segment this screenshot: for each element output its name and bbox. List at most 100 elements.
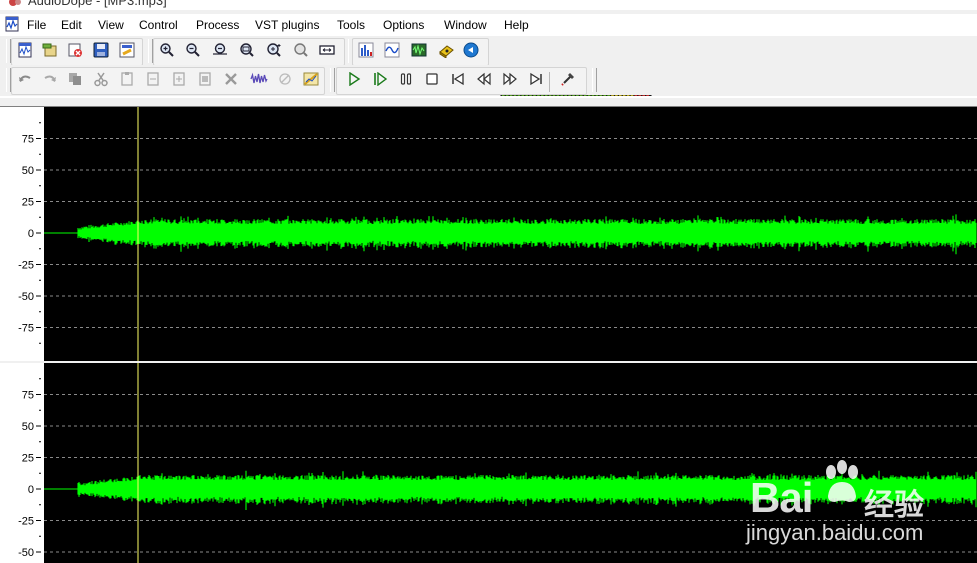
zoom-out-horizontal-icon <box>239 42 255 61</box>
save-button[interactable] <box>90 40 112 62</box>
zoom-fit-button[interactable] <box>316 40 338 62</box>
copy-icon <box>67 71 83 90</box>
audiodope-icon <box>8 0 22 10</box>
y-tick-label: 25 <box>22 197 34 209</box>
normalize-button[interactable] <box>300 69 322 91</box>
silence-button[interactable] <box>274 69 296 91</box>
y-tick-label: 0 <box>28 228 34 240</box>
paste-mix-button[interactable] <box>142 69 164 91</box>
y-tick-label: 0 <box>28 484 34 496</box>
play-icon <box>347 71 361 89</box>
cut-button[interactable] <box>90 69 112 91</box>
toolbar-grip[interactable] <box>330 68 335 92</box>
zoom-in-horizontal-icon <box>212 42 228 61</box>
menu-bar: File Edit View Control Process VST plugi… <box>0 14 977 36</box>
redo-button[interactable] <box>39 69 61 91</box>
save-as-icon <box>119 42 135 61</box>
waveform-view-icon <box>384 42 400 61</box>
zoom-out-horizontal-button[interactable] <box>236 40 258 62</box>
zoom-in-horizontal-button[interactable] <box>209 40 231 62</box>
waveform-editor[interactable]: 75 50 25 0 -25 -50 -75 75 50 25 0 -25 -50 <box>0 96 977 563</box>
rewind-button[interactable] <box>473 69 495 91</box>
menu-view[interactable]: View <box>98 18 124 32</box>
crop-button[interactable] <box>194 69 216 91</box>
paste-icon <box>119 71 135 90</box>
time-ruler[interactable] <box>0 98 977 107</box>
close-file-icon <box>67 42 83 61</box>
play-selection-icon <box>373 71 388 89</box>
menu-tools[interactable]: Tools <box>337 18 365 32</box>
paste-button[interactable] <box>116 69 138 91</box>
record-button[interactable] <box>557 69 579 91</box>
play-selection-button[interactable] <box>369 69 391 91</box>
zoom-toolbar <box>153 38 345 66</box>
info-icon <box>463 42 479 61</box>
paste-new-button[interactable] <box>168 69 190 91</box>
stop-icon <box>425 72 439 89</box>
waveform-view-button[interactable] <box>381 40 403 62</box>
go-end-icon <box>529 72 543 89</box>
zoom-in-button[interactable] <box>156 40 178 62</box>
redo-icon <box>42 71 58 90</box>
close-file-button[interactable] <box>64 40 86 62</box>
waveform-plot-area[interactable] <box>44 363 977 563</box>
y-tick-label: -50 <box>18 547 34 559</box>
vst-plugin-icon <box>438 42 454 61</box>
delete-icon <box>223 71 239 90</box>
y-tick-label: 75 <box>22 134 34 146</box>
frequency-view-icon <box>411 42 427 61</box>
go-start-button[interactable] <box>447 69 469 91</box>
spectrum-view-button[interactable] <box>355 40 377 62</box>
info-button[interactable] <box>460 40 482 62</box>
edit-transport-toolbar <box>0 65 977 155</box>
spectrum-view-icon <box>358 42 374 61</box>
save-as-button[interactable] <box>116 40 138 62</box>
save-icon <box>93 42 109 61</box>
file-toolbar <box>11 38 143 66</box>
delete-button[interactable] <box>220 69 242 91</box>
copy-button[interactable] <box>64 69 86 91</box>
channel-1[interactable]: 75 50 25 0 -25 -50 -75 <box>0 107 977 361</box>
toolbar-grip[interactable] <box>592 68 597 92</box>
zoom-selection-button[interactable] <box>263 40 285 62</box>
menu-process[interactable]: Process <box>196 18 239 32</box>
go-end-button[interactable] <box>525 69 547 91</box>
edit-toolbar <box>11 67 325 95</box>
menu-vst-plugins[interactable]: VST plugins <box>255 18 319 32</box>
channel-2[interactable]: 75 50 25 0 -25 -50 <box>0 363 977 563</box>
menu-help[interactable]: Help <box>504 18 529 32</box>
noise-button[interactable] <box>248 69 270 91</box>
menu-file[interactable]: File <box>27 18 46 32</box>
y-tick-label: -25 <box>18 260 34 272</box>
menu-window[interactable]: Window <box>444 18 487 32</box>
cut-icon <box>93 71 109 90</box>
stop-button[interactable] <box>421 69 443 91</box>
y-tick-label: -25 <box>18 516 34 528</box>
new-file-icon <box>17 42 33 61</box>
pause-button[interactable] <box>395 69 417 91</box>
zoom-selection-icon <box>266 42 282 61</box>
menu-edit[interactable]: Edit <box>61 18 82 32</box>
play-button[interactable] <box>343 69 365 91</box>
y-tick-label: -50 <box>18 291 34 303</box>
menu-options[interactable]: Options <box>383 18 424 32</box>
new-file-button[interactable] <box>14 40 36 62</box>
normalize-icon <box>303 71 319 90</box>
toolbar-separator <box>549 72 550 92</box>
zoom-out-button[interactable] <box>182 40 204 62</box>
y-tick-label: 25 <box>22 453 34 465</box>
y-tick-label: -75 <box>18 323 34 335</box>
zoom-fit-icon <box>319 42 335 61</box>
vst-plugin-button[interactable] <box>435 40 457 62</box>
zoom-all-button[interactable] <box>290 40 312 62</box>
undo-button[interactable] <box>14 69 36 91</box>
open-file-button[interactable] <box>39 40 61 62</box>
fast-forward-button[interactable] <box>499 69 521 91</box>
menu-control[interactable]: Control <box>139 18 178 32</box>
paste-mix-icon <box>145 71 161 90</box>
transport-toolbar <box>336 67 587 95</box>
document-icon[interactable] <box>4 16 20 35</box>
view-toolbar <box>352 38 489 66</box>
frequency-view-button[interactable] <box>408 40 430 62</box>
y-tick-label: 75 <box>22 390 34 402</box>
